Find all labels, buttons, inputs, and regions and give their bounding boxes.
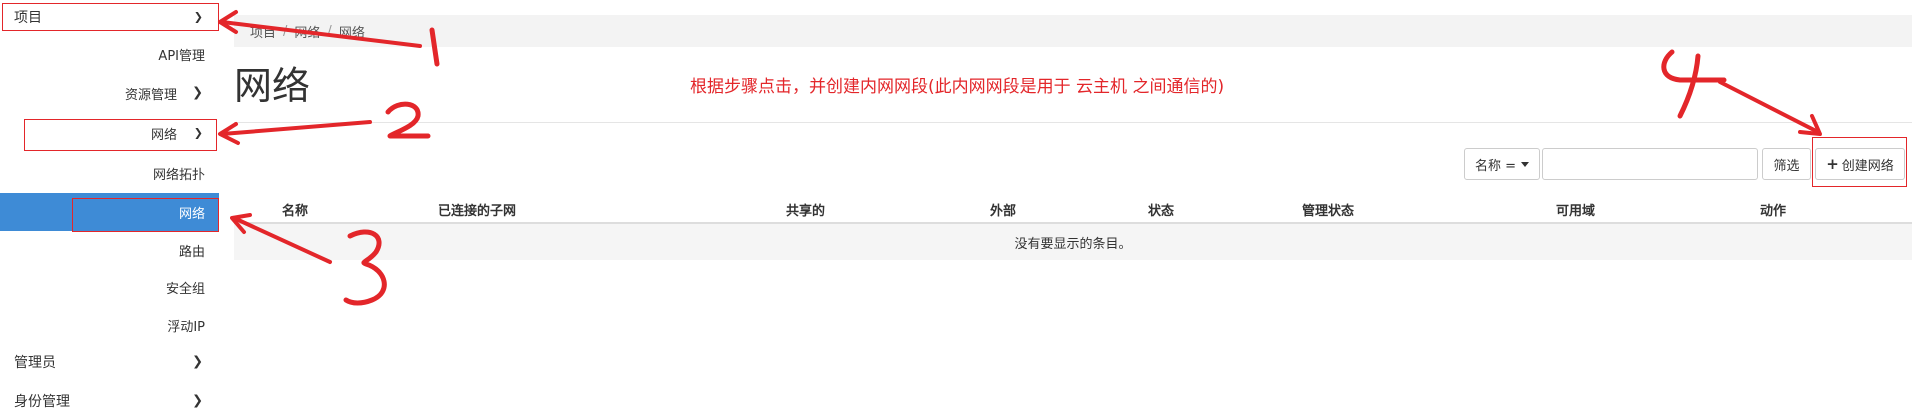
breadcrumb-separator: / xyxy=(327,23,332,39)
column-header-actions: 动作 xyxy=(1760,204,1787,219)
annotation-arrow-2 xyxy=(220,120,372,136)
plus-icon: + xyxy=(1826,155,1839,173)
breadcrumb-item[interactable]: 网络 xyxy=(294,22,320,41)
empty-message: 没有要显示的条目。 xyxy=(1014,236,1132,252)
column-header-name[interactable]: 名称 xyxy=(282,200,308,219)
step-number-4 xyxy=(1661,49,1727,119)
sidebar-item-api-manage[interactable]: API管理 xyxy=(0,37,219,71)
column-header-subnets[interactable]: 已连接的子网 xyxy=(438,200,516,219)
divider xyxy=(234,122,1912,123)
search-input[interactable] xyxy=(1542,148,1758,180)
create-network-button[interactable]: + 创建网络 xyxy=(1815,148,1905,180)
page-title: 网络 xyxy=(234,64,311,108)
sidebar-item-floating-ip[interactable]: 浮动IP xyxy=(0,308,219,342)
sidebar-item-resource-manage[interactable]: 资源管理 ❯ xyxy=(0,76,219,110)
chevron-right-icon: ❯ xyxy=(192,393,203,409)
caret-down-icon xyxy=(1521,161,1530,167)
chevron-right-icon: ❯ xyxy=(192,85,203,101)
step-number-2 xyxy=(385,101,431,139)
instruction-note: 根据步骤点击，并创建内网网段(此内网网段是用于 云主机 之间通信的) xyxy=(690,77,1225,97)
breadcrumb-item: 网络 xyxy=(338,25,365,41)
sidebar-item-label: 浮动IP xyxy=(167,319,205,335)
annotation-arrow-4 xyxy=(1718,80,1820,134)
column-header-shared[interactable]: 共享的 xyxy=(786,200,825,219)
annotation-arrowhead-4 xyxy=(1798,114,1822,136)
column-header-status[interactable]: 状态 xyxy=(1148,200,1174,219)
sidebar-item-label: 安全组 xyxy=(165,281,205,297)
sidebar-item-label: 管理员 xyxy=(14,355,56,371)
sidebar-item-label: API管理 xyxy=(158,48,205,64)
table-empty-row: 没有要显示的条目。 xyxy=(234,224,1912,260)
filter-field-label: 名称 = xyxy=(1474,158,1517,174)
filter-field-dropdown[interactable]: 名称 = xyxy=(1464,148,1540,180)
column-header-external[interactable]: 外部 xyxy=(990,200,1016,219)
sidebar-item-label: 资源管理 xyxy=(124,87,177,103)
breadcrumb: 项目 / 网络 / 网络 xyxy=(234,15,1912,47)
filter-button-label: 筛选 xyxy=(1773,158,1800,174)
create-network-label: 创建网络 xyxy=(1841,158,1894,174)
filter-button[interactable]: 筛选 xyxy=(1762,148,1811,180)
breadcrumb-separator: / xyxy=(283,23,288,39)
annotation-box-project xyxy=(2,3,219,31)
sidebar-item-admin[interactable]: 管理员 ❯ xyxy=(0,345,219,379)
column-header-admin-state[interactable]: 管理状态 xyxy=(1302,200,1354,219)
sidebar-item-identity[interactable]: 身份管理 ❯ xyxy=(0,384,219,418)
sidebar-item-label: 路由 xyxy=(178,244,205,260)
sidebar-item-label: 身份管理 xyxy=(14,394,70,410)
sidebar-item-router[interactable]: 路由 xyxy=(0,233,219,267)
chevron-right-icon: ❯ xyxy=(192,354,203,370)
breadcrumb-item[interactable]: 项目 xyxy=(250,22,276,41)
annotation-box-network xyxy=(72,198,219,232)
annotation-box-network-group xyxy=(24,119,217,151)
sidebar-item-network-topology[interactable]: 网络拓扑 xyxy=(0,156,219,190)
column-header-availability-zone[interactable]: 可用域 xyxy=(1556,200,1595,219)
table-header: 名称 已连接的子网 共享的 外部 状态 管理状态 可用域 动作 xyxy=(234,192,1912,224)
sidebar-item-security-group[interactable]: 安全组 xyxy=(0,270,219,304)
annotation-arrowhead-2 xyxy=(218,122,240,145)
sidebar-item-label: 网络拓扑 xyxy=(152,167,205,183)
